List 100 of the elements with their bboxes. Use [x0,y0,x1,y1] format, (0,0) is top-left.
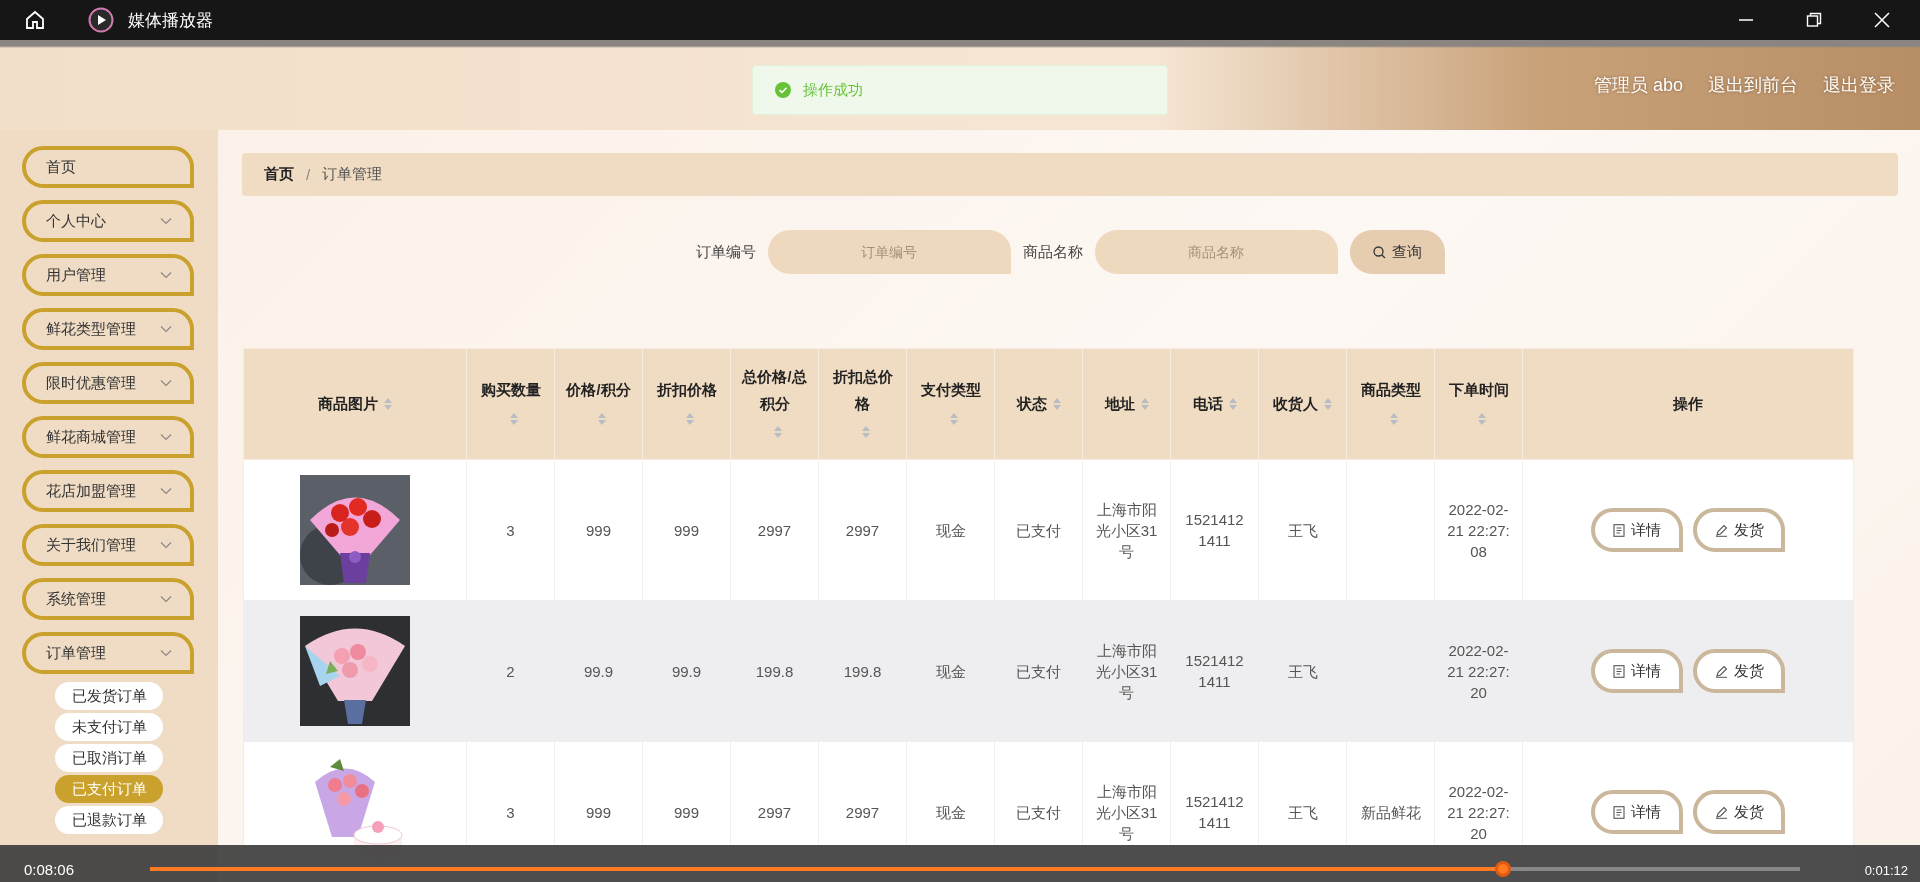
restore-icon[interactable] [1806,12,1822,28]
breadcrumb-link[interactable]: 首页 [264,165,294,184]
table-cell: 2997 [757,803,792,821]
sort-icon[interactable] [1324,398,1332,411]
detail-button[interactable]: 详情 [1591,790,1683,834]
sort-icon[interactable] [685,412,694,425]
submenu-item[interactable]: 已取消订单 [55,744,163,772]
sort-icon[interactable] [509,412,518,425]
column-header[interactable]: 商品类型 [1360,377,1421,405]
detail-button[interactable]: 详情 [1591,508,1683,552]
table-cell: 现金 [935,803,966,821]
table-cell: 3 [506,803,515,821]
table-cell: 15214121411 [1185,511,1244,549]
sidebar-menu-item[interactable]: 鲜花类型管理 [22,308,194,350]
sidebar-menu-item[interactable]: 鲜花商城管理 [22,416,194,458]
ship-button[interactable]: 发货 [1693,649,1785,693]
sidebar-menu-item[interactable]: 花店加盟管理 [22,470,194,512]
pencil-icon [1714,523,1728,537]
chevron-down-icon [160,595,172,603]
sort-icon[interactable] [773,425,782,438]
close-icon[interactable] [1874,12,1890,28]
detail-button[interactable]: 详情 [1591,649,1683,693]
column-header[interactable]: 收货人 [1273,390,1318,418]
ship-button[interactable]: 发货 [1693,508,1785,552]
chevron-down-icon [160,433,172,441]
table-cell: 王飞 [1287,521,1318,539]
column-header[interactable]: 地址 [1104,390,1135,418]
sort-icon[interactable] [1140,398,1149,411]
document-icon [1613,523,1625,537]
sort-icon[interactable] [1477,412,1486,425]
ship-button[interactable]: 发货 [1693,790,1785,834]
toast-message: 操作成功 [803,80,863,100]
table-cell: 999 [674,521,699,539]
table-cell: 现金 [935,521,966,539]
chevron-down-icon [160,271,172,279]
document-icon [1613,664,1625,678]
table-cell: 99.9 [671,662,702,680]
table-cell: 999 [586,803,611,821]
column-header[interactable]: 支付类型 [920,377,981,405]
table-cell: 2997 [757,521,792,539]
sidebar-menu-item[interactable]: 限时优惠管理 [22,362,194,404]
sidebar-menu-item[interactable]: 首页 [22,146,194,188]
chevron-down-icon [160,541,172,549]
search-field[interactable]: 订单编号 [767,230,1011,274]
column-header[interactable]: 折扣价格 [656,377,717,405]
table-cell: 2022-02-21 22:27:20 [1447,641,1510,701]
home-icon[interactable] [24,9,46,31]
sort-icon[interactable] [861,425,870,438]
sidebar-menu-item[interactable]: 订单管理 [22,632,194,674]
sidebar-menu-item[interactable]: 用户管理 [22,254,194,296]
chevron-down-icon [160,217,172,225]
table-cell: 上海市阳光小区31号 [1095,641,1158,701]
table-cell: 现金 [935,662,966,680]
sort-icon[interactable] [384,398,392,411]
sort-icon[interactable] [949,412,958,425]
pencil-icon [1714,805,1728,819]
submenu-item[interactable]: 已退款订单 [55,806,163,834]
sort-icon[interactable] [1389,412,1398,425]
elapsed-time: 0:08:06 [24,861,75,878]
sidebar-menu-item[interactable]: 个人中心 [22,200,194,242]
column-header[interactable]: 下单时间 [1448,377,1509,405]
table-cell: 199.8 [843,662,882,680]
table-cell: 2022-02-21 22:27:20 [1447,782,1510,842]
table-cell: 3 [506,521,515,539]
table-cell: 999 [586,521,611,539]
sidebar-menu-item[interactable]: 关于我们管理 [22,524,194,566]
breadcrumb-current: 订单管理 [322,165,383,184]
field-label: 商品名称 [1022,242,1083,262]
search-icon [1372,245,1386,259]
check-icon [775,82,791,98]
table-cell: 2022-02-21 22:27:08 [1447,500,1510,560]
play-logo-icon [88,7,114,33]
table-cell: 王飞 [1287,803,1318,821]
breadcrumb-separator: / [306,166,311,183]
table-cell: 199.8 [755,662,794,680]
column-header[interactable]: 状态 [1016,390,1047,418]
table-cell: 已支付 [1016,662,1061,680]
chevron-down-icon [160,325,172,333]
sort-icon[interactable] [597,412,606,425]
search-field[interactable]: 商品名称 [1094,230,1338,274]
table-cell: 15214121411 [1185,652,1244,690]
field-label: 订单编号 [695,242,756,262]
pencil-icon [1714,664,1728,678]
table-cell: 2 [506,662,515,680]
table-cell: 已支付 [1016,521,1061,539]
column-header[interactable]: 价格/积分 [566,377,631,405]
table-cell: 王飞 [1287,662,1318,680]
table-cell: 999 [674,803,699,821]
submenu-item[interactable]: 已发货订单 [55,682,163,710]
column-header[interactable]: 商品图片 [318,390,378,418]
sort-icon[interactable] [1052,398,1061,411]
table-cell: 新品鲜花 [1360,803,1421,821]
submenu-item[interactable]: 未支付订单 [55,713,163,741]
column-header[interactable]: 电话 [1192,390,1223,418]
chevron-down-icon [160,487,172,495]
sidebar-menu-item[interactable]: 系统管理 [22,578,194,620]
column-header[interactable]: 购买数量 [480,377,541,405]
chevron-down-icon [160,649,172,657]
sort-icon[interactable] [1228,398,1237,411]
query-button[interactable]: 查询 [1349,230,1445,274]
